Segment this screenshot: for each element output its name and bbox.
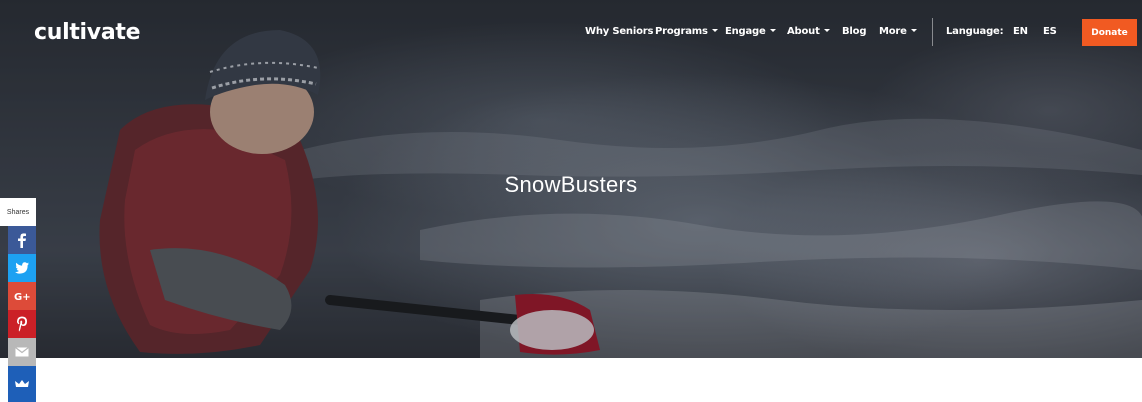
share-email-button[interactable] <box>8 338 36 366</box>
chevron-down-icon <box>769 29 776 32</box>
language-en-link[interactable]: EN <box>1013 26 1028 37</box>
page-title: SnowBusters <box>504 172 638 197</box>
shares-label: Shares <box>0 198 36 226</box>
nav-item-label: Blog <box>842 26 867 37</box>
nav-divider <box>932 18 933 46</box>
nav-item-label: More <box>879 26 907 37</box>
google-plus-icon: G+ <box>14 292 30 302</box>
crown-icon <box>15 380 29 387</box>
nav-item-more[interactable]: More <box>879 26 917 37</box>
cultivate-logo[interactable]: cultivate <box>34 20 141 45</box>
nav-item-label: Engage <box>725 26 766 37</box>
nav-item-label: About <box>787 26 820 37</box>
chevron-down-icon <box>910 29 917 32</box>
hero-banner: SnowBusters <box>0 0 1142 358</box>
nav-item-label: Why Seniors <box>585 26 654 37</box>
nav-item-about[interactable]: About <box>787 26 830 37</box>
language-label: Language: <box>946 26 1004 37</box>
pinterest-icon <box>17 316 27 332</box>
chevron-down-icon <box>711 29 718 32</box>
email-icon <box>15 347 29 357</box>
nav-item-label: Programs <box>655 26 708 37</box>
nav-item-engage[interactable]: Engage <box>725 26 776 37</box>
nav-item-blog[interactable]: Blog <box>842 26 866 37</box>
share-facebook-button[interactable] <box>8 226 36 254</box>
facebook-icon <box>18 233 26 248</box>
chevron-down-icon <box>823 29 830 32</box>
twitter-icon <box>15 262 29 274</box>
share-crown-button[interactable] <box>8 366 36 402</box>
share-twitter-button[interactable] <box>8 254 36 282</box>
svg-text:G+: G+ <box>14 292 30 302</box>
share-pinterest-button[interactable] <box>8 310 36 338</box>
nav-item-why-seniors[interactable]: Why Seniors <box>585 26 653 37</box>
language-es-link[interactable]: ES <box>1043 26 1057 37</box>
nav-item-programs[interactable]: Programs <box>655 26 718 37</box>
donate-button[interactable]: Donate <box>1082 19 1137 46</box>
share-google-plus-button[interactable]: G+ <box>8 282 36 310</box>
